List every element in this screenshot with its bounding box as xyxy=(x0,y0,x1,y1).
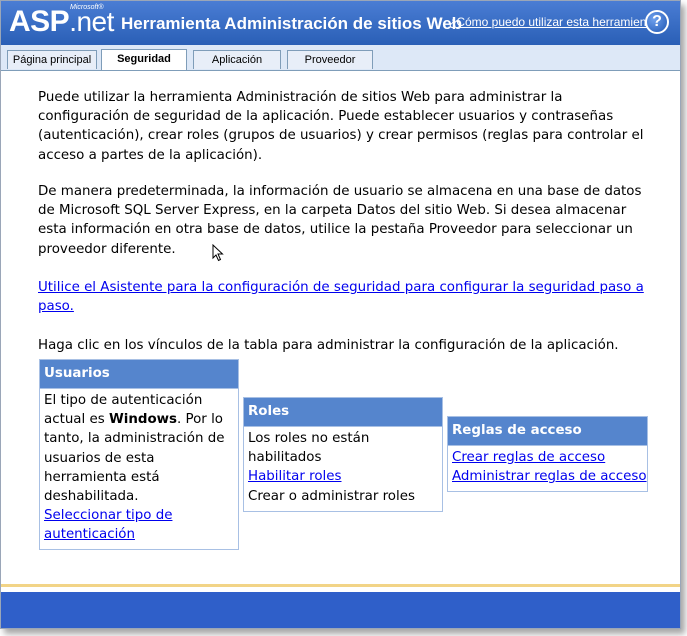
manage-roles-text: Crear o administrar roles xyxy=(248,488,415,504)
users-text-fragment: . Por lo xyxy=(177,412,223,428)
default-storage-paragraph: De manera predeterminada, la información… xyxy=(38,184,642,257)
logo-asp-text: ASP xyxy=(9,5,70,38)
roles-text-line: habilitados xyxy=(248,450,322,466)
footer-divider xyxy=(1,584,680,587)
roles-panel: Roles Los roles no están habilitados Hab… xyxy=(243,397,443,512)
access-rules-panel: Reglas de acceso Crear reglas de acceso … xyxy=(447,416,648,492)
help-icon[interactable]: ? xyxy=(645,10,669,34)
app-title: Herramienta Administración de sitios Web xyxy=(121,14,463,33)
users-text-line: El tipo de autenticación xyxy=(44,393,203,408)
help-link[interactable]: ¿Cómo puedo utilizar esta herramienta? xyxy=(449,15,663,29)
roles-text-line: Los roles no están xyxy=(248,431,370,446)
users-text-line: usuarios de esta xyxy=(44,450,155,466)
table-instructions: Haga clic en los vínculos de la tabla pa… xyxy=(38,338,619,353)
access-rules-panel-body: Crear reglas de acceso Administrar regla… xyxy=(448,446,647,490)
footer-bar xyxy=(1,592,680,628)
tab-pagina-principal[interactable]: Página principal xyxy=(7,50,97,69)
select-auth-type-link[interactable]: Seleccionar tipo de xyxy=(44,506,234,525)
users-text-line: deshabilitada. xyxy=(44,489,139,505)
intro-paragraph: Puede utilizar la herramienta Administra… xyxy=(38,90,644,163)
enable-roles-link[interactable]: Habilitar roles xyxy=(248,467,438,486)
roles-panel-body: Los roles no están habilitados Habilitar… xyxy=(244,427,442,510)
create-access-rules-link[interactable]: Crear reglas de acceso xyxy=(452,448,643,467)
tab-proveedor[interactable]: Proveedor xyxy=(287,50,373,69)
tab-strip: Página principal Seguridad Aplicación Pr… xyxy=(1,45,680,71)
tab-seguridad[interactable]: Seguridad xyxy=(101,49,187,70)
users-panel: Usuarios El tipo de autenticación actual… xyxy=(39,359,239,550)
logo-microsoft-text: Microsoft® xyxy=(70,4,104,11)
tab-aplicacion[interactable]: Aplicación xyxy=(193,50,281,69)
select-auth-type-link-cont[interactable]: autenticación xyxy=(44,525,234,544)
users-auth-type-line: actual es Windows. Por lo xyxy=(44,410,234,429)
mouse-pointer-icon xyxy=(212,244,224,262)
access-rules-panel-title: Reglas de acceso xyxy=(448,417,647,446)
users-text-fragment: actual es xyxy=(44,412,109,428)
app-header: ASP.net Microsoft® Herramienta Administr… xyxy=(1,1,680,45)
manage-access-rules-link[interactable]: Administrar reglas de acceso xyxy=(452,467,647,486)
users-text-line: herramienta está xyxy=(44,469,160,485)
users-panel-body: El tipo de autenticación actual es Windo… xyxy=(40,389,238,549)
users-text-line: tanto, la administración de xyxy=(44,431,225,447)
browser-window: ASP.net Microsoft® Herramienta Administr… xyxy=(0,0,681,629)
auth-type-value: Windows xyxy=(108,412,177,428)
security-wizard-link[interactable]: Utilice el Asistente para la configuraci… xyxy=(38,278,648,316)
roles-panel-title: Roles xyxy=(244,398,442,427)
users-panel-title: Usuarios xyxy=(40,360,238,389)
